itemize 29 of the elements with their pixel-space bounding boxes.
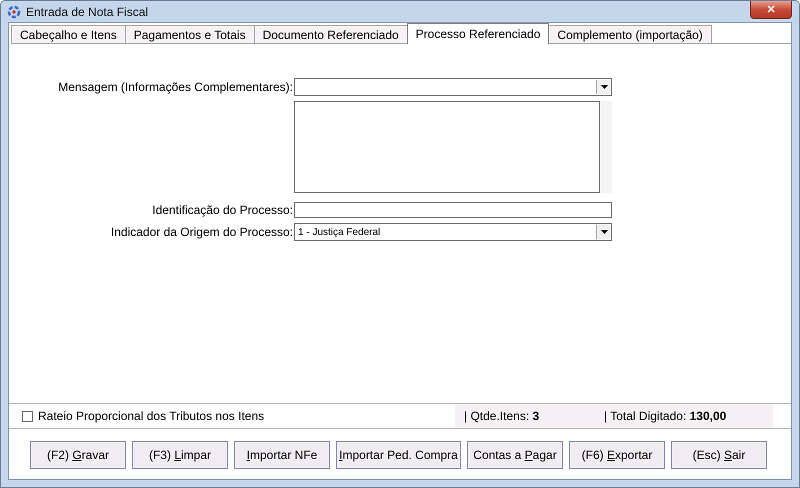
- action-button[interactable]: (F2) Gravar: [30, 441, 126, 469]
- dropdown[interactable]: 1 - Justiça Federal: [294, 223, 612, 241]
- text-area[interactable]: [294, 101, 600, 193]
- close-button[interactable]: ✕: [750, 1, 792, 19]
- app-icon: [7, 4, 21, 18]
- tab[interactable]: Pagamentos e Totais: [124, 25, 255, 44]
- action-button[interactable]: Contas a Pagar: [467, 441, 563, 469]
- window-title: Entrada de Nota Fiscal: [26, 4, 148, 18]
- dropdown[interactable]: [294, 78, 612, 96]
- action-button[interactable]: (F3) Limpar: [132, 441, 228, 469]
- action-button[interactable]: (F6) Exportar: [569, 441, 665, 469]
- item-count: | Qtde.Itens: 3: [464, 409, 540, 423]
- tab[interactable]: Complemento (importação): [548, 25, 712, 44]
- action-button[interactable]: (Esc) Sair: [671, 441, 767, 469]
- total-amount: | Total Digitado: 130,00: [604, 409, 726, 423]
- field-label: Indicador da Origem do Processo:: [110, 225, 293, 239]
- input-field[interactable]: [294, 202, 612, 218]
- action-button[interactable]: Importar Ped. Compra: [336, 441, 461, 469]
- tab[interactable]: Processo Referenciado: [406, 23, 550, 44]
- checkbox[interactable]: [22, 410, 33, 422]
- dropdown-arrow-icon[interactable]: [600, 85, 608, 89]
- action-button[interactable]: Importar NFe: [234, 441, 330, 469]
- dropdown-arrow-icon[interactable]: [600, 230, 608, 234]
- tab[interactable]: Cabeçalho e Itens: [11, 25, 126, 44]
- field-label: Mensagem (Informações Complementares):: [57, 80, 293, 94]
- field-label: Identificação do Processo:: [151, 203, 293, 217]
- tab[interactable]: Documento Referenciado: [254, 25, 408, 44]
- scrollbar[interactable]: [600, 101, 612, 193]
- checkbox-label[interactable]: Rateio Proporcional dos Tributos nos Itens: [38, 409, 264, 423]
